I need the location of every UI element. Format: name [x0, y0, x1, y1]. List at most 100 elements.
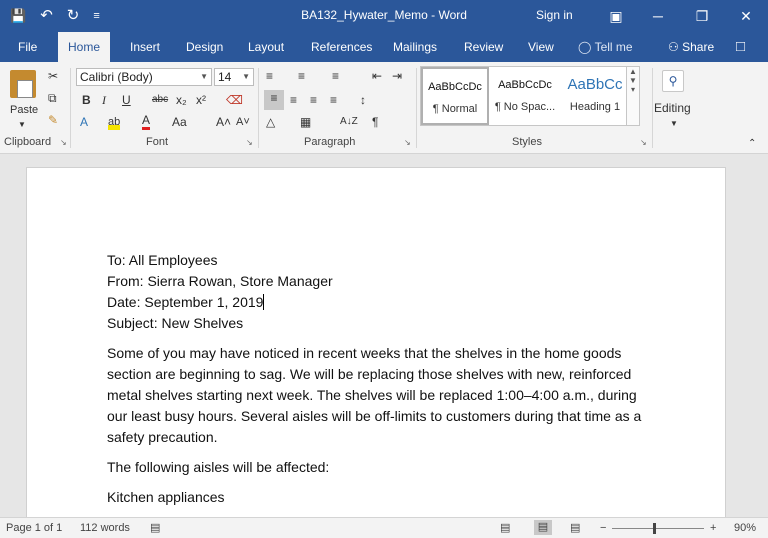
ribbon-display-options-icon[interactable]: ▣ [596, 0, 636, 32]
web-layout-icon[interactable]: ▤ [570, 521, 580, 535]
word-count[interactable]: 112 words [80, 521, 130, 535]
share-button[interactable]: ⚇ Share [668, 32, 714, 62]
decrease-indent-icon[interactable]: ⇤ [372, 68, 382, 84]
copy-icon[interactable]: ⧉ [48, 90, 57, 106]
font-size-combo[interactable]: 14 ▼ [214, 68, 254, 86]
tab-design[interactable]: Design [176, 32, 233, 62]
bullets-icon[interactable]: ≡ [266, 68, 273, 84]
undo-icon[interactable]: ↶ [40, 6, 53, 26]
document-body[interactable]: To: All Employees From: Sierra Rowan, St… [107, 250, 647, 508]
font-name-combo[interactable]: Calibri (Body) ▼ [76, 68, 212, 86]
font-color-button[interactable]: A [142, 114, 151, 130]
read-mode-icon[interactable]: ▤ [500, 521, 510, 535]
close-icon[interactable]: ✕ [724, 0, 768, 32]
tab-view[interactable]: View [518, 32, 564, 62]
save-icon[interactable]: 💾 [10, 6, 26, 26]
styles-launcher-icon[interactable]: ↘ [640, 138, 647, 147]
tab-layout[interactable]: Layout [238, 32, 294, 62]
align-left-icon[interactable]: ≡ [264, 90, 284, 110]
style-sample: AaBbCc [567, 76, 623, 93]
tell-me-label: Tell me [594, 40, 633, 54]
subscript-button[interactable]: x₂ [176, 92, 187, 108]
collapse-ribbon-icon[interactable]: ⌃ [748, 136, 756, 152]
multilevel-list-icon[interactable]: ≡ [332, 68, 339, 84]
line-spacing-icon[interactable]: ↕ [360, 92, 366, 108]
memo-from-line[interactable]: From: Sierra Rowan, Store Manager [107, 271, 647, 292]
zoom-level[interactable]: 90% [734, 521, 756, 535]
tab-file[interactable]: File [8, 32, 47, 62]
redo-icon[interactable]: ↻ [67, 6, 80, 26]
customize-qat-icon[interactable]: ≡ [93, 6, 99, 26]
memo-date-line[interactable]: Date: September 1, 2019 [107, 292, 647, 313]
font-launcher-icon[interactable]: ↘ [246, 138, 253, 147]
status-bar: Page 1 of 1 112 words ▤ ▤ ▤ ▤ − + 90% [0, 517, 768, 538]
paste-button[interactable]: Paste [10, 102, 38, 118]
style-normal[interactable]: AaBbCcDc ¶ Normal [421, 67, 489, 125]
editing-button[interactable]: Editing [654, 100, 691, 116]
numbering-icon[interactable]: ≡ [298, 68, 305, 84]
clipboard-icon[interactable] [10, 70, 36, 98]
change-case-button[interactable]: Aa [172, 114, 187, 130]
paste-dropdown-icon[interactable]: ▼ [18, 117, 26, 133]
document-area[interactable]: To: All Employees From: Sierra Rowan, St… [0, 155, 768, 527]
page-count[interactable]: Page 1 of 1 [6, 521, 62, 535]
memo-subject-line[interactable]: Subject: New Shelves [107, 313, 647, 334]
paragraph-launcher-icon[interactable]: ↘ [404, 138, 411, 147]
clear-formatting-icon[interactable]: ⌫ [226, 92, 243, 108]
show-formatting-button[interactable]: ¶ [372, 114, 378, 130]
shrink-font-button[interactable]: A˅ [236, 114, 250, 130]
text-effects-button[interactable]: A [80, 114, 88, 130]
restore-icon[interactable]: ❐ [680, 0, 724, 32]
tell-me-box[interactable]: ◯ Tell me [578, 32, 633, 62]
format-painter-icon[interactable]: ✎ [48, 112, 58, 128]
styles-group-label: Styles [512, 136, 542, 148]
tab-insert[interactable]: Insert [120, 32, 170, 62]
style-name: ¶ No Spac... [494, 101, 556, 113]
memo-to-line[interactable]: To: All Employees [107, 250, 647, 271]
editing-dropdown-icon[interactable]: ▼ [670, 116, 678, 132]
print-layout-icon[interactable]: ▤ [534, 520, 552, 535]
increase-indent-icon[interactable]: ⇥ [392, 68, 402, 84]
sign-in-link[interactable]: Sign in [536, 8, 573, 22]
font-size-value: 14 [218, 70, 232, 84]
styles-gallery-scroll[interactable]: ▲ ▼ ▾ [626, 66, 640, 126]
strikethrough-button[interactable]: abc [152, 92, 168, 108]
chevron-down-icon: ▼ [242, 72, 250, 81]
style-no-spacing[interactable]: AaBbCcDc ¶ No Spac... [491, 67, 559, 125]
tab-home[interactable]: Home [58, 32, 111, 63]
sort-button[interactable]: A↓Z [340, 114, 358, 130]
align-right-icon[interactable]: ≡ [310, 92, 317, 108]
memo-paragraph[interactable]: The following aisles will be affected: [107, 457, 647, 478]
document-page[interactable]: To: All Employees From: Sierra Rowan, St… [26, 167, 726, 527]
tab-review[interactable]: Review [454, 32, 513, 62]
font-name-value: Calibri (Body) [80, 70, 153, 84]
tab-mailings[interactable]: Mailings [383, 32, 447, 62]
chevron-down-icon: ▼ [200, 72, 208, 81]
highlight-button[interactable]: ab [108, 114, 121, 130]
zoom-in-button[interactable]: + [710, 521, 716, 535]
shading-icon[interactable]: △ [266, 114, 275, 130]
superscript-button[interactable]: x² [196, 92, 206, 108]
comments-icon[interactable]: □ [736, 38, 745, 55]
minimize-icon[interactable]: ─ [636, 0, 680, 32]
align-center-icon[interactable]: ≡ [290, 92, 297, 108]
style-sample: AaBbCcDc [498, 79, 552, 91]
justify-icon[interactable]: ≡ [330, 92, 337, 108]
italic-button[interactable]: I [102, 92, 106, 108]
tab-references[interactable]: References [301, 32, 382, 62]
zoom-out-button[interactable]: − [600, 521, 606, 535]
underline-button[interactable]: U [122, 92, 131, 108]
grow-font-button[interactable]: A˄ [216, 114, 231, 130]
bold-button[interactable]: B [82, 92, 91, 108]
zoom-slider-thumb[interactable] [653, 523, 656, 534]
clipboard-launcher-icon[interactable]: ↘ [60, 138, 67, 147]
memo-paragraph[interactable]: Kitchen appliances [107, 487, 647, 508]
memo-date-text: Date: September 1, 2019 [107, 294, 264, 310]
memo-paragraph[interactable]: Some of you may have noticed in recent w… [107, 343, 647, 448]
borders-icon[interactable]: ▦ [300, 114, 311, 130]
zoom-slider-track[interactable] [612, 528, 704, 529]
find-icon[interactable]: ⚲ [662, 70, 684, 92]
proofing-icon[interactable]: ▤ [150, 521, 160, 535]
cut-icon[interactable]: ✂ [48, 68, 58, 84]
style-heading-1[interactable]: AaBbCc Heading 1 [561, 67, 629, 125]
